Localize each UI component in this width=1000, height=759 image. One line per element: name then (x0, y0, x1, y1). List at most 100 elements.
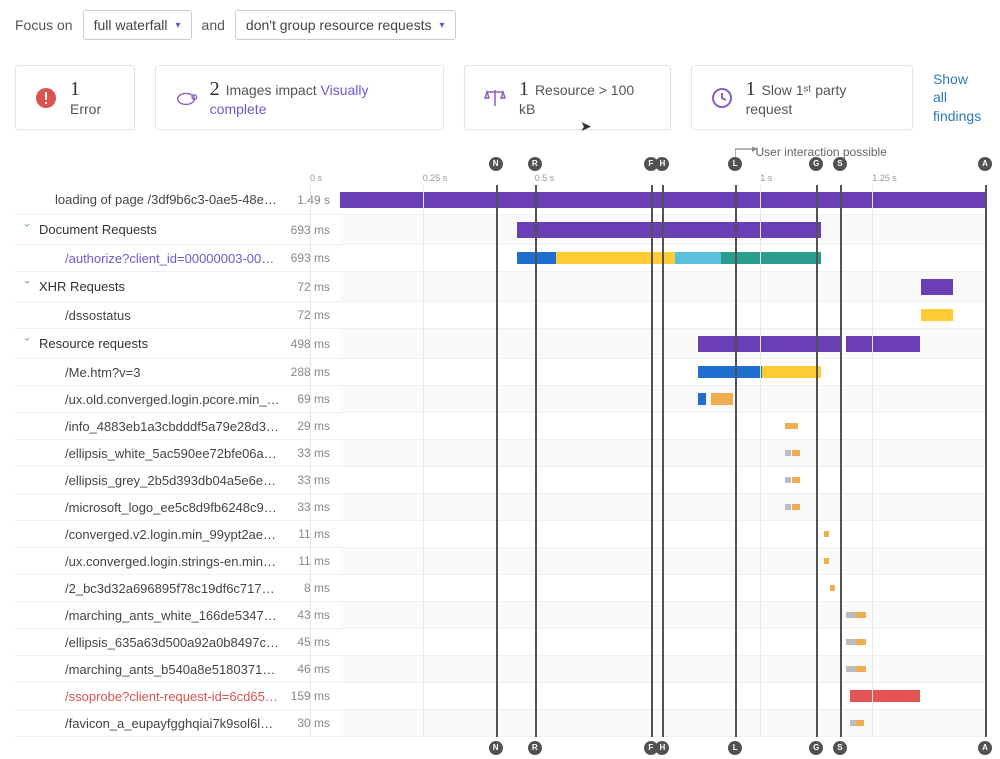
timing-bar[interactable] (856, 639, 866, 645)
timeline-marker-s[interactable]: S (833, 741, 847, 755)
row-label: /info_4883eb1a3cbdddf5a79e28d320cfe5... (65, 419, 280, 434)
group-row[interactable]: ›Document Requests693 ms (15, 215, 985, 245)
request-row[interactable]: /ux.converged.login.strings-en.min_kfz0t… (15, 548, 985, 575)
timing-bar[interactable] (517, 252, 556, 264)
timing-bar[interactable] (698, 336, 840, 352)
row-chart[interactable] (340, 245, 985, 271)
show-all-findings-link[interactable]: Show all findings (933, 70, 985, 125)
finding-resource[interactable]: 1 Resource > 100 kB (464, 65, 671, 130)
group-dropdown[interactable]: don't group resource requests ▾ (235, 10, 456, 40)
row-chart[interactable] (340, 656, 985, 682)
timeline-marker-g[interactable]: G (809, 741, 823, 755)
group-dropdown-value: don't group resource requests (246, 17, 432, 33)
row-chart[interactable] (340, 494, 985, 520)
request-row[interactable]: /ellipsis_635a63d500a92a0b8497cdc58d0...… (15, 629, 985, 656)
request-row[interactable]: /info_4883eb1a3cbdddf5a79e28d320cfe5...2… (15, 413, 985, 440)
timeline-marker-h[interactable]: H (655, 157, 669, 171)
findings-bar: 1 Error 2 Images impact Visually complet… (0, 50, 1000, 155)
timeline-marker-a[interactable]: A (978, 157, 992, 171)
timeline-marker-r[interactable]: R (528, 741, 542, 755)
turtle-icon (174, 86, 198, 110)
user-interaction-arrow-icon (735, 147, 760, 159)
timing-bar[interactable] (856, 666, 866, 672)
timing-bar[interactable] (792, 450, 800, 456)
timing-bar[interactable] (846, 666, 856, 672)
row-chart[interactable] (340, 440, 985, 466)
chevron-down-icon[interactable]: › (22, 224, 33, 236)
request-row[interactable]: /2_bc3d32a696895f78c19df6c717586a5d.s...… (15, 575, 985, 602)
timing-bar[interactable] (846, 612, 856, 618)
request-row[interactable]: /dssostatus72 ms (15, 302, 985, 329)
timing-bar[interactable] (698, 366, 763, 378)
row-chart[interactable] (340, 413, 985, 439)
timing-bar[interactable] (850, 690, 921, 702)
timing-bar[interactable] (830, 585, 835, 591)
chevron-down-icon: ▾ (439, 20, 444, 31)
request-row[interactable]: /ssoprobe?client-request-id=6cd65d9f-f..… (15, 683, 985, 710)
timing-bar[interactable] (792, 477, 800, 483)
row-chart[interactable] (340, 215, 985, 244)
request-row[interactable]: /authorize?client_id=00000003-0000-0f...… (15, 245, 985, 272)
timing-bar[interactable] (785, 423, 798, 429)
timeline-marker-n[interactable]: N (489, 157, 503, 171)
timing-bar[interactable] (340, 192, 985, 208)
group-row[interactable]: ›XHR Requests72 ms (15, 272, 985, 302)
request-row[interactable]: /ellipsis_grey_2b5d393db04a5e6e1f739cb..… (15, 467, 985, 494)
timeline-marker-l[interactable]: L (728, 157, 742, 171)
timing-bar[interactable] (824, 531, 829, 537)
request-row[interactable]: /ellipsis_white_5ac590ee72bfe06a7cecfd7.… (15, 440, 985, 467)
request-row[interactable]: /Me.htm?v=3288 ms (15, 359, 985, 386)
chevron-down-icon[interactable]: › (22, 338, 33, 350)
row-chart[interactable] (340, 521, 985, 547)
focus-dropdown[interactable]: full waterfall ▾ (83, 10, 192, 40)
timing-bar[interactable] (824, 558, 829, 564)
request-row[interactable]: /converged.v2.login.min_99ypt2ae9l1eaa2.… (15, 521, 985, 548)
request-row[interactable]: /marching_ants_white_166de53471265253...… (15, 602, 985, 629)
row-chart[interactable] (340, 272, 985, 301)
request-row[interactable]: /favicon_a_eupayfgghqiai7k9sol6lg2.ico30… (15, 710, 985, 737)
row-chart[interactable] (340, 548, 985, 574)
timeline-marker-h[interactable]: H (655, 741, 669, 755)
timing-bar[interactable] (921, 279, 953, 295)
row-chart[interactable] (340, 710, 985, 736)
timing-bar[interactable] (762, 366, 820, 378)
row-chart[interactable] (340, 185, 985, 214)
timing-bar[interactable] (721, 252, 821, 264)
row-chart[interactable] (340, 683, 985, 709)
row-chart[interactable] (340, 329, 985, 358)
timing-bar[interactable] (711, 393, 734, 405)
row-chart[interactable] (340, 467, 985, 493)
timing-bar[interactable] (856, 720, 864, 726)
page-row[interactable]: loading of page /3df9b6c3-0ae5-48e5-b...… (15, 185, 985, 215)
timing-bar[interactable] (921, 309, 953, 321)
timing-bar[interactable] (698, 393, 706, 405)
row-chart[interactable] (340, 302, 985, 328)
finding-slow[interactable]: 1 Slow 1ˢᵗ party request (691, 65, 913, 130)
timeline-marker-s[interactable]: S (833, 157, 847, 171)
row-chart[interactable] (340, 359, 985, 385)
row-chart[interactable] (340, 602, 985, 628)
timing-bar[interactable] (792, 504, 800, 510)
timing-bar[interactable] (517, 222, 820, 238)
timing-bar[interactable] (675, 252, 720, 264)
group-row[interactable]: ›Resource requests498 ms (15, 329, 985, 359)
timing-bar[interactable] (846, 336, 920, 352)
request-row[interactable]: /ux.old.converged.login.pcore.min_kihoin… (15, 386, 985, 413)
finding-error[interactable]: 1 Error (15, 65, 135, 130)
row-chart[interactable] (340, 386, 985, 412)
row-chart[interactable] (340, 629, 985, 655)
request-row[interactable]: /marching_ants_b540a8e518037192e32c4f...… (15, 656, 985, 683)
finding-images[interactable]: 2 Images impact Visually complete (155, 65, 444, 130)
timeline-marker-n[interactable]: N (489, 741, 503, 755)
timeline-marker-l[interactable]: L (728, 741, 742, 755)
timeline-marker-r[interactable]: R (528, 157, 542, 171)
request-row[interactable]: /microsoft_logo_ee5c8d9fb6248c938fd0d...… (15, 494, 985, 521)
chevron-down-icon[interactable]: › (22, 281, 33, 293)
timing-bar[interactable] (856, 612, 866, 618)
timeline-marker-g[interactable]: G (809, 157, 823, 171)
timing-bar[interactable] (846, 639, 856, 645)
row-chart[interactable] (340, 575, 985, 601)
timing-bar[interactable] (556, 252, 675, 264)
timeline-marker-a[interactable]: A (978, 741, 992, 755)
clock-icon (710, 86, 734, 110)
